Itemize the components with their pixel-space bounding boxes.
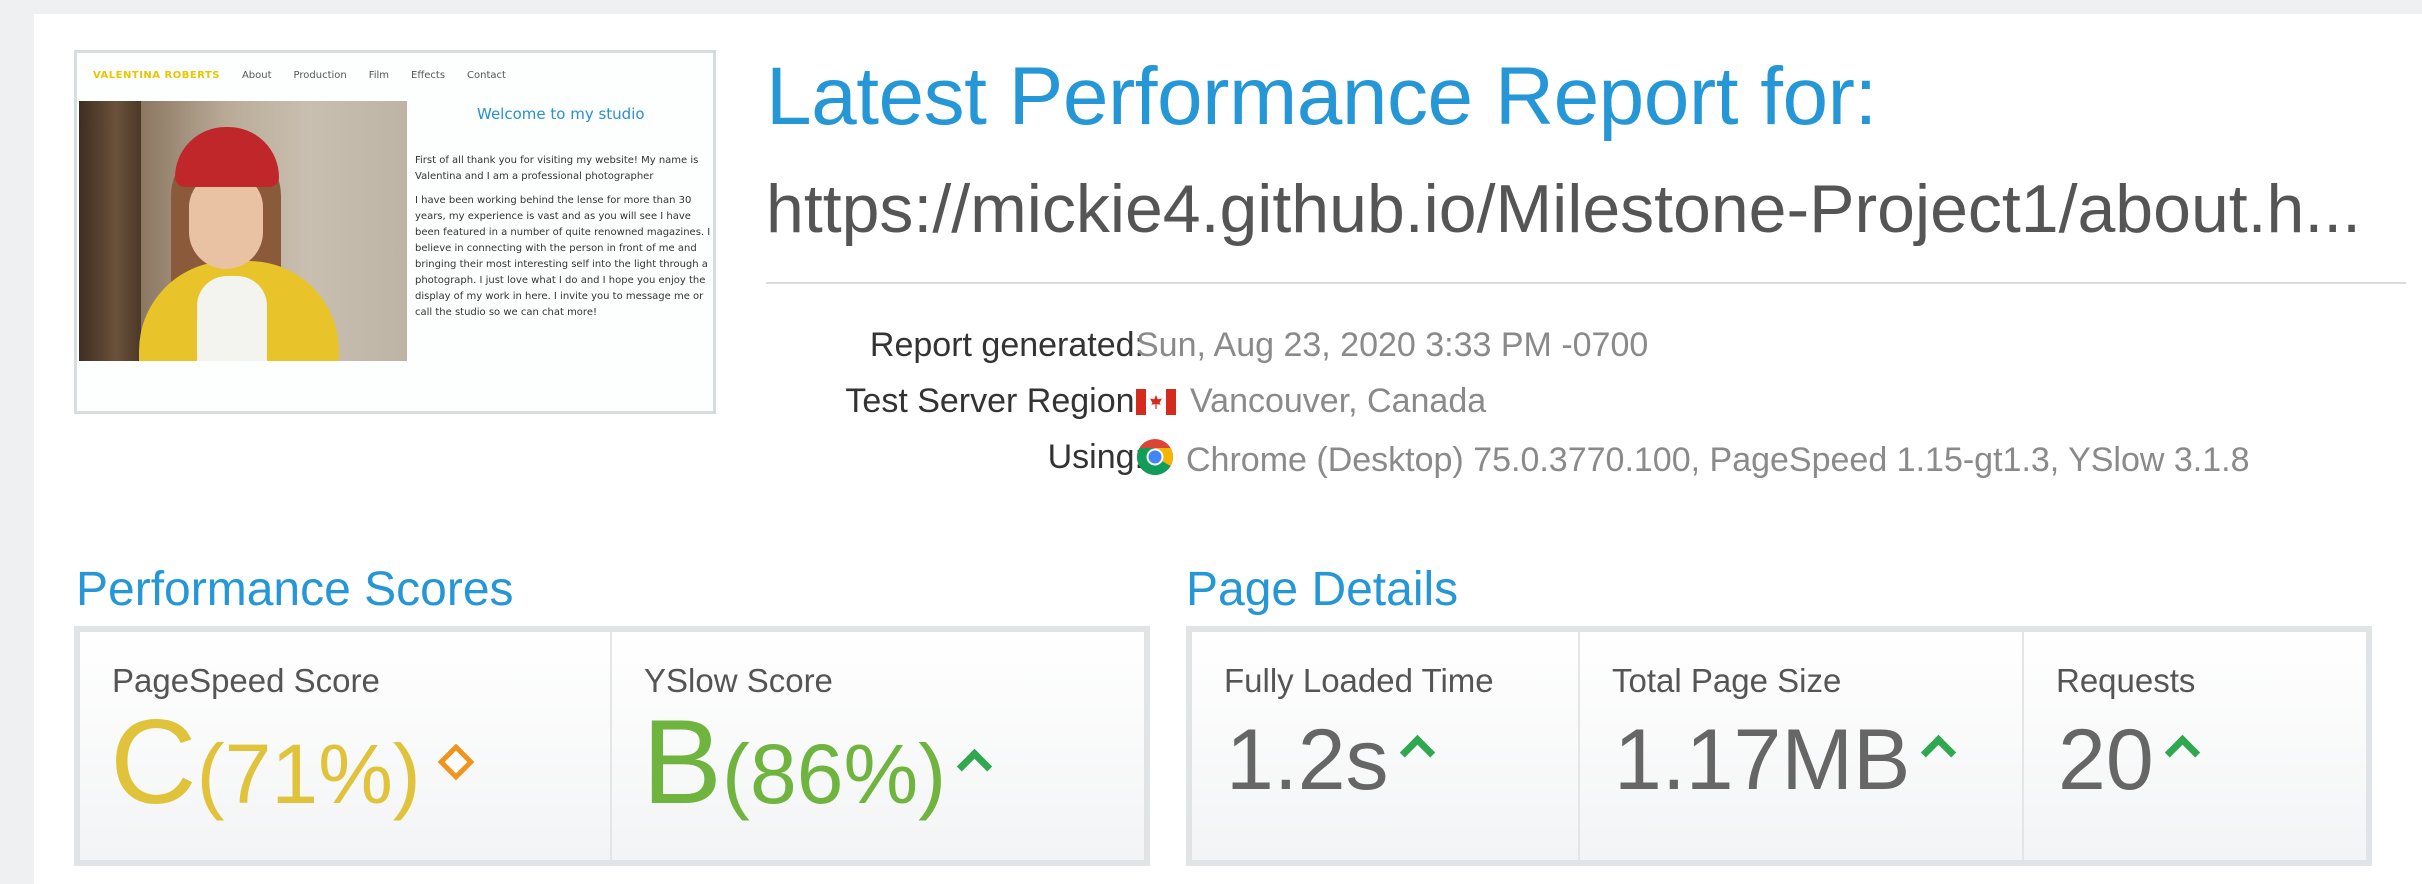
report-title: Latest Performance Report for: bbox=[766, 51, 1877, 142]
pagespeed-grade-letter: C bbox=[110, 695, 197, 829]
meta-value-wrap: Chrome (Desktop) 75.0.3770.100, PageSpee… bbox=[1136, 438, 2250, 480]
meta-label: Test Server Region: bbox=[845, 382, 1144, 420]
thumbnail-heading: Welcome to my studio bbox=[477, 105, 645, 123]
chrome-icon bbox=[1136, 439, 1174, 476]
report-panel: VALENTINA ROBERTS About Production Film … bbox=[34, 14, 2422, 884]
canada-flag-icon bbox=[1136, 389, 1176, 415]
requests-label: Requests bbox=[2056, 662, 2196, 699]
fully-loaded-time-label: Fully Loaded Time bbox=[1224, 662, 1494, 699]
report-url[interactable]: https://mickie4.github.io/Milestone-Proj… bbox=[766, 170, 2422, 248]
no-change-icon bbox=[437, 743, 475, 781]
improved-arrow-icon bbox=[956, 748, 993, 785]
thumbnail-portrait-photo bbox=[79, 101, 407, 361]
fully-loaded-time-value: 1.2s bbox=[1226, 712, 1389, 808]
thumbnail-nav-item: Contact bbox=[467, 69, 506, 81]
pagespeed-percent: (71%) bbox=[196, 727, 421, 821]
improved-arrow-icon bbox=[1921, 734, 1957, 771]
thumbnail-paragraph: First of all thank you for visiting my w… bbox=[415, 155, 699, 182]
thumbnail-nav-item: Production bbox=[293, 69, 347, 81]
yslow-percent: (86%) bbox=[722, 727, 947, 821]
thumbnail-body-text: First of all thank you for visiting my w… bbox=[415, 153, 711, 329]
yslow-grade-letter: B bbox=[642, 695, 723, 829]
thumbnail-paragraph: I have been working behind the lense for… bbox=[415, 195, 711, 318]
region-value: Vancouver, Canada bbox=[1190, 382, 1487, 420]
total-page-size-cell[interactable]: Total Page Size 1.17MB bbox=[1578, 632, 2022, 860]
thumbnail-brand: VALENTINA ROBERTS bbox=[93, 69, 220, 81]
fully-loaded-time-cell[interactable]: Fully Loaded Time 1.2s bbox=[1192, 632, 1578, 860]
total-page-size-value: 1.17MB bbox=[1614, 712, 1911, 808]
pagespeed-grade: C(71%) bbox=[110, 702, 475, 834]
using-value: Chrome (Desktop) 75.0.3770.100, PageSpee… bbox=[1186, 441, 2250, 479]
meta-value: Sun, Aug 23, 2020 3:33 PM -0700 bbox=[1136, 326, 1649, 364]
meta-label: Report generated: bbox=[869, 326, 1144, 364]
total-page-size-label: Total Page Size bbox=[1612, 662, 1842, 699]
meta-report-generated: Report generated: Sun, Aug 23, 2020 3:33… bbox=[766, 326, 2422, 366]
meta-using: Using: Chrome (Desktop) 75.0.3770.100, P… bbox=[766, 438, 2422, 480]
improved-arrow-icon bbox=[1399, 734, 1435, 771]
header-divider bbox=[766, 282, 2406, 284]
thumbnail-nav-item: Effects bbox=[411, 69, 446, 81]
yslow-score-cell[interactable]: YSlow Score B(86%) bbox=[610, 632, 1144, 860]
yslow-grade: B(86%) bbox=[642, 702, 993, 834]
meta-value-wrap: Vancouver, Canada bbox=[1136, 382, 1486, 421]
improved-arrow-icon bbox=[2164, 734, 2200, 771]
performance-scores-box: PageSpeed Score C(71%) YSlow Score B(86%… bbox=[74, 626, 1150, 866]
total-page-size-value-wrap: 1.17MB bbox=[1614, 710, 1957, 810]
meta-test-server-region: Test Server Region: Vancouver, Canada bbox=[766, 382, 2422, 422]
thumbnail-nav: VALENTINA ROBERTS About Production Film … bbox=[93, 65, 506, 85]
requests-value-wrap: 20 bbox=[2058, 710, 2200, 810]
meta-label: Using: bbox=[1047, 438, 1144, 476]
requests-value: 20 bbox=[2058, 712, 2154, 808]
page-details-box: Fully Loaded Time 1.2s Total Page Size 1… bbox=[1186, 626, 2372, 866]
page-details-title: Page Details bbox=[1186, 563, 1459, 616]
fully-loaded-time-value-wrap: 1.2s bbox=[1226, 710, 1435, 810]
requests-cell[interactable]: Requests 20 bbox=[2022, 632, 2364, 860]
page-screenshot-thumbnail: VALENTINA ROBERTS About Production Film … bbox=[74, 50, 716, 414]
thumbnail-nav-item: About bbox=[241, 69, 272, 81]
pagespeed-score-cell[interactable]: PageSpeed Score C(71%) bbox=[80, 632, 610, 860]
thumbnail-nav-item: Film bbox=[368, 69, 390, 81]
performance-scores-title: Performance Scores bbox=[76, 563, 514, 616]
